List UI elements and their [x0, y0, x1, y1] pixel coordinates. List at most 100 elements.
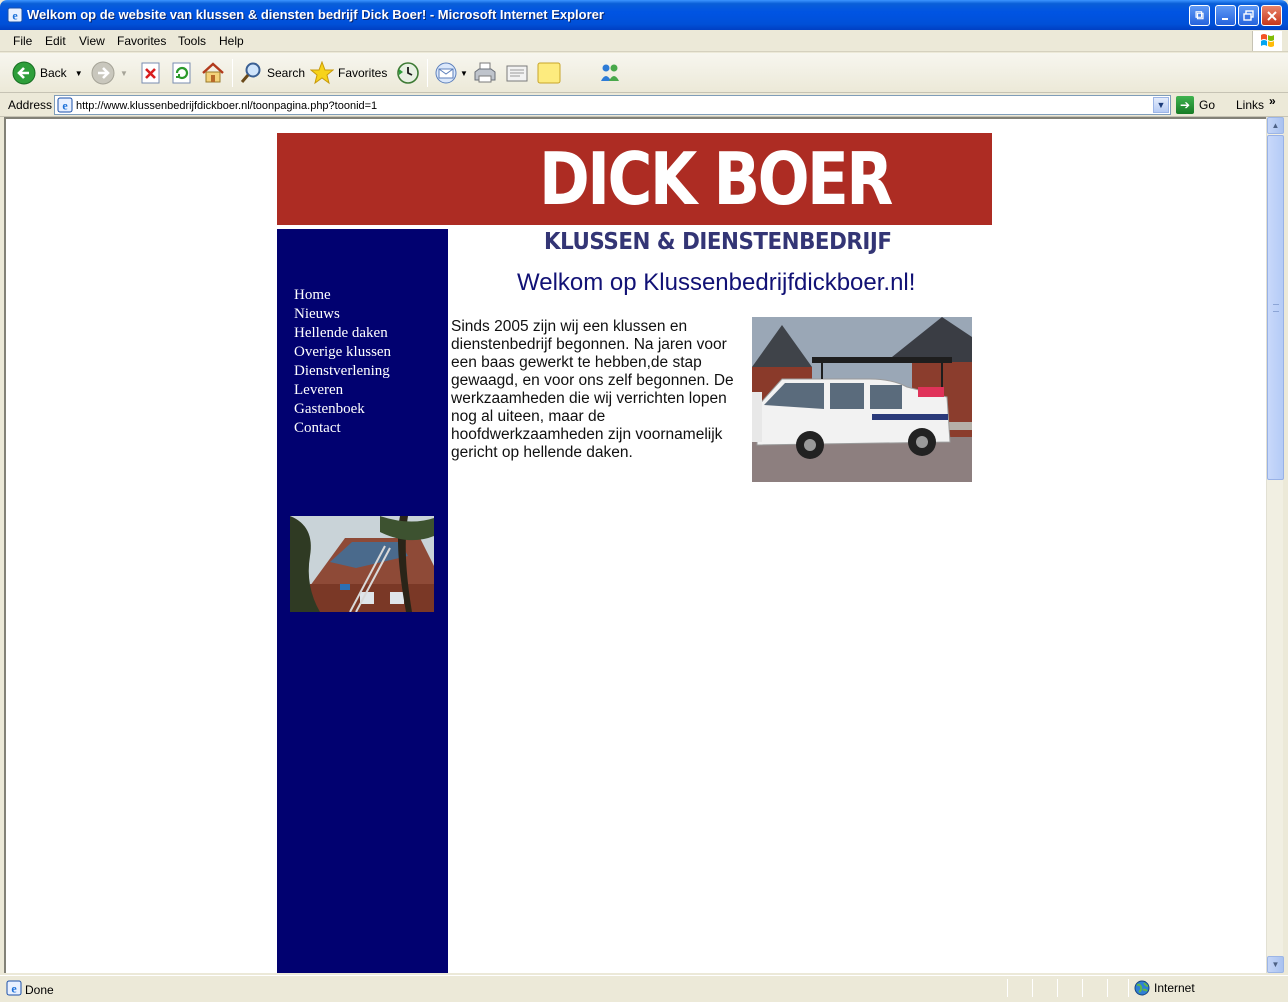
address-field[interactable]: e ▼: [54, 95, 1171, 115]
status-divider: [1032, 979, 1033, 997]
security-zone[interactable]: Internet: [1134, 980, 1195, 996]
svg-text:e: e: [12, 9, 18, 23]
svg-text:e: e: [62, 99, 68, 113]
close-button[interactable]: [1261, 5, 1282, 26]
scroll-thumb[interactable]: [1267, 135, 1284, 480]
menu-view[interactable]: View: [79, 34, 105, 48]
nav-gastenboek[interactable]: Gastenboek: [294, 400, 391, 419]
discuss-icon: [537, 62, 561, 84]
status-text: Done: [25, 983, 54, 997]
print-icon: [474, 62, 496, 83]
messenger-button[interactable]: [598, 61, 622, 85]
mail-button[interactable]: ▼: [434, 61, 468, 85]
status-divider: [1082, 979, 1083, 997]
edit-button[interactable]: [505, 61, 529, 85]
address-dropdown-button[interactable]: ▼: [1153, 97, 1169, 113]
address-bar: Address e ▼ ➔ Go Links »: [0, 94, 1288, 117]
refresh-icon: [172, 62, 191, 84]
back-label: Back: [40, 66, 67, 80]
window-title: Welkom op de website van klussen & diens…: [27, 7, 604, 22]
page-viewport: DICK BOER Home Nieuws Hellende daken Ove…: [4, 117, 1266, 973]
go-button[interactable]: ➔ Go: [1176, 96, 1215, 114]
refresh-button[interactable]: [171, 61, 193, 85]
scroll-down-button[interactable]: ▼: [1267, 956, 1284, 973]
status-divider: [1007, 979, 1008, 997]
links-button[interactable]: Links: [1236, 98, 1264, 112]
site-nav-column: Home Nieuws Hellende daken Overige kluss…: [277, 229, 448, 973]
site-nav: Home Nieuws Hellende daken Overige kluss…: [294, 286, 391, 438]
extra-window-button[interactable]: ⧉: [1189, 5, 1210, 26]
back-button[interactable]: Back ▼: [12, 61, 83, 85]
links-chevron-icon[interactable]: »: [1269, 94, 1276, 108]
home-button[interactable]: [201, 61, 225, 85]
history-button[interactable]: [396, 61, 420, 85]
forward-dropdown-icon[interactable]: ▼: [120, 69, 128, 78]
mail-dropdown-icon[interactable]: ▼: [460, 69, 468, 78]
nav-home[interactable]: Home: [294, 286, 391, 305]
history-icon: [397, 62, 419, 84]
menu-edit[interactable]: Edit: [45, 34, 66, 48]
status-divider: [1057, 979, 1058, 997]
mail-icon: [435, 62, 457, 84]
close-icon: [1266, 10, 1277, 21]
intro-text: Sinds 2005 zijn wij een klussen en diens…: [451, 318, 734, 461]
page-icon: e: [6, 980, 22, 996]
status-bar: e Done Internet: [0, 975, 1288, 1002]
restore-icon: [1243, 10, 1254, 21]
nav-hellende-daken[interactable]: Hellende daken: [294, 324, 391, 343]
chevron-down-icon: ▼: [1156, 100, 1166, 110]
edit-icon: [506, 65, 528, 82]
menu-help[interactable]: Help: [219, 34, 244, 48]
nav-nieuws[interactable]: Nieuws: [294, 305, 391, 324]
search-button[interactable]: Search: [239, 61, 305, 85]
scroll-up-button[interactable]: ▲: [1267, 117, 1284, 134]
menu-tools[interactable]: Tools: [178, 34, 206, 48]
restore-button[interactable]: [1238, 5, 1259, 26]
go-arrow-icon: ➔: [1176, 96, 1194, 114]
forward-button[interactable]: ▼: [91, 61, 128, 85]
status-divider: [1107, 979, 1108, 997]
home-icon: [202, 62, 224, 83]
site-header-banner: DICK BOER: [277, 133, 992, 225]
chevron-down-icon: ▼: [1271, 960, 1280, 969]
scroll-grip: [1273, 304, 1279, 312]
url-input[interactable]: [76, 98, 1146, 113]
search-icon: [240, 62, 261, 83]
discuss-button[interactable]: [537, 61, 561, 85]
messenger-icon: [601, 64, 619, 81]
status-divider: [1128, 979, 1129, 997]
minimize-button[interactable]: [1215, 5, 1236, 26]
go-label: Go: [1199, 98, 1216, 112]
nav-contact[interactable]: Contact: [294, 419, 391, 438]
stop-button[interactable]: [140, 61, 162, 85]
search-label: Search: [267, 66, 306, 80]
menu-favorites[interactable]: Favorites: [117, 34, 166, 48]
standard-toolbar: Back ▼ ▼ Search Favorites ▼: [0, 53, 1288, 93]
minimize-icon: [1221, 17, 1228, 20]
favorites-label: Favorites: [338, 66, 388, 80]
back-dropdown-icon[interactable]: ▼: [75, 69, 83, 78]
roof-work-photo: [290, 516, 434, 612]
company-van-photo: [752, 317, 972, 482]
nav-overige-klussen[interactable]: Overige klussen: [294, 343, 391, 362]
page-icon: e: [57, 97, 73, 113]
menu-bar: File Edit View Favorites Tools Help: [0, 30, 1288, 52]
favorites-button[interactable]: Favorites: [310, 61, 387, 85]
ie-app-icon: e: [7, 7, 23, 23]
address-label: Address: [8, 98, 53, 112]
toolbar-separator: [232, 59, 233, 87]
zone-label: Internet: [1154, 981, 1195, 995]
windows-logo: [1252, 31, 1282, 51]
vertical-scrollbar[interactable]: ▲ ▼: [1266, 117, 1284, 973]
window-title-bar[interactable]: e Welkom op de website van klussen & die…: [0, 0, 1288, 30]
menu-file[interactable]: File: [13, 34, 32, 48]
site-brand-logo: DICK BOER: [539, 137, 893, 221]
stop-icon: [141, 62, 160, 84]
favorites-star-icon: [310, 61, 334, 85]
nav-leveren[interactable]: Leveren: [294, 381, 391, 400]
print-button[interactable]: [473, 61, 497, 85]
svg-text:e: e: [11, 982, 17, 996]
nav-dienstverlening[interactable]: Dienstverlening: [294, 362, 391, 381]
page-title: Welkom op Klussenbedrijfdickboer.nl!: [517, 269, 916, 296]
chevron-up-icon: ▲: [1271, 121, 1280, 130]
